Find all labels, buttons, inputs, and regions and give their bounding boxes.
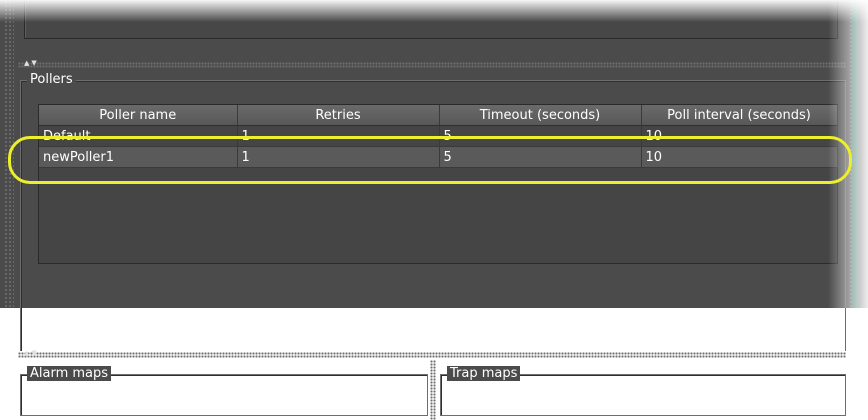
snmp-settings-panel: ▲▼ Pollers Poller name Retries Timeout (… (0, 0, 868, 420)
column-header-poller-name[interactable]: Poller name (39, 105, 238, 126)
timeout-cell[interactable]: 5 (439, 125, 642, 147)
left-resize-grip[interactable] (4, 0, 14, 308)
splitter-arrows-icon[interactable]: ▲▼ (24, 349, 39, 357)
retries-cell[interactable]: 1 (237, 146, 440, 168)
table-header-row: Poller name Retries Timeout (seconds) Po… (39, 105, 838, 126)
retries-cell[interactable]: 1 (237, 125, 440, 147)
alarm-maps-group: Alarm maps (20, 366, 428, 416)
pollers-table: Poller name Retries Timeout (seconds) Po… (38, 104, 838, 264)
column-header-poll-interval[interactable]: Poll interval (seconds) (641, 105, 838, 126)
alarm-maps-title: Alarm maps (27, 366, 112, 381)
bottom-splitter[interactable]: ▲▼ (18, 349, 846, 358)
table-row[interactable]: newPoller1 1 5 10 (39, 146, 838, 168)
poller-name-cell[interactable]: Default (39, 125, 238, 147)
column-header-timeout[interactable]: Timeout (seconds) (439, 105, 642, 126)
poller-name-cell[interactable]: newPoller1 (39, 146, 238, 168)
poll-interval-cell[interactable]: 10 (641, 125, 838, 147)
vertical-splitter[interactable] (430, 360, 436, 420)
trap-maps-group: Trap maps (440, 366, 846, 416)
timeout-cell[interactable]: 5 (439, 146, 642, 168)
trap-maps-title: Trap maps (447, 366, 521, 381)
poll-interval-cell[interactable]: 10 (641, 146, 838, 168)
column-header-retries[interactable]: Retries (237, 105, 440, 126)
top-splitter[interactable]: ▲▼ (18, 59, 846, 68)
window-edge (852, 0, 858, 308)
top-list-panel (24, 0, 838, 39)
splitter-arrows-icon[interactable]: ▲▼ (24, 59, 39, 67)
pollers-title: Pollers (27, 72, 76, 87)
table-row[interactable]: Default 1 5 10 (39, 125, 838, 147)
